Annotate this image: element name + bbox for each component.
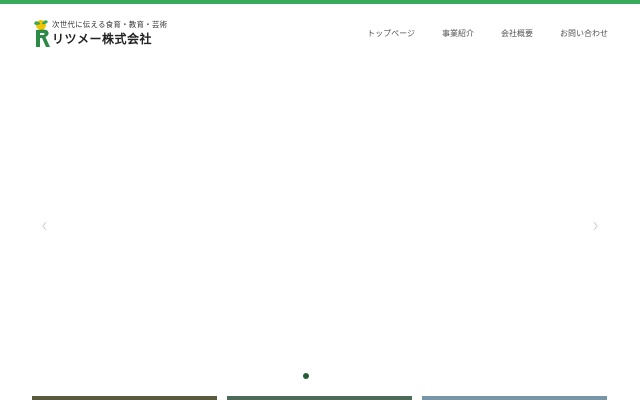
thumbnail-1[interactable] [32,396,217,400]
chevron-left-icon [42,221,47,231]
feature-thumbnails [32,396,608,400]
hero-slider [0,54,640,384]
slider-next-button[interactable] [590,218,602,232]
slider-prev-button[interactable] [38,218,50,232]
thumbnail-2[interactable] [227,396,412,400]
nav-item-contact[interactable]: お問い合わせ [560,28,608,39]
nav-item-business[interactable]: 事業紹介 [442,28,474,39]
r-seedling-logo-icon [34,20,50,47]
slider-dot-active[interactable] [303,373,309,379]
main-nav: トップページ 事業紹介 会社概要 お問い合わせ [367,28,608,39]
chevron-right-icon [593,221,598,231]
logo-tagline: 次世代に伝える食育・教育・芸術 [52,20,168,29]
nav-item-top[interactable]: トップページ [367,28,415,39]
thumbnail-3[interactable] [422,396,607,400]
nav-item-company[interactable]: 会社概要 [501,28,533,39]
company-name: リツメー株式会社 [52,32,153,46]
site-header: 次世代に伝える食育・教育・芸術 リツメー株式会社 トップページ 事業紹介 会社概… [0,4,640,54]
site-logo[interactable]: 次世代に伝える食育・教育・芸術 リツメー株式会社 [32,18,172,52]
